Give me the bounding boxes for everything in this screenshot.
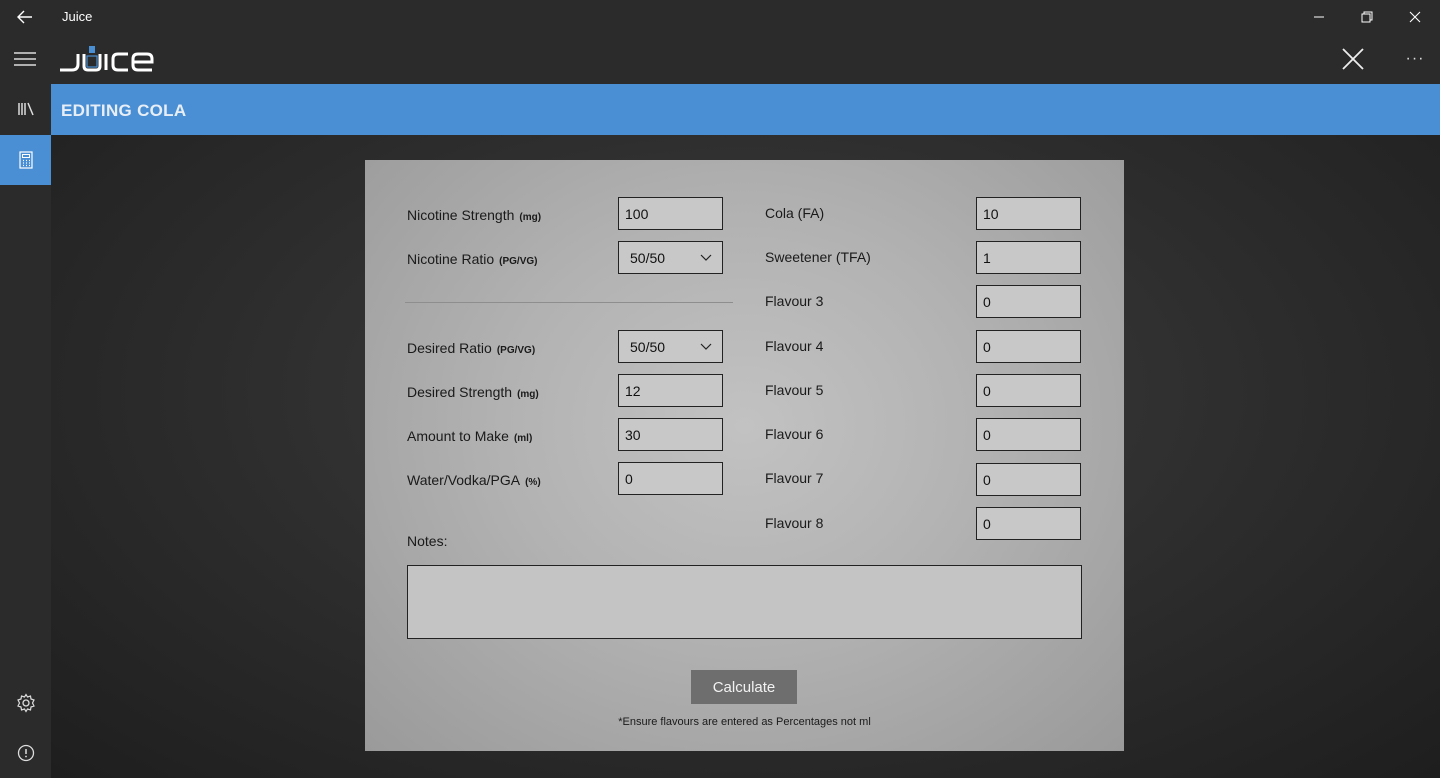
- flavour-1-label: Cola (FA): [765, 205, 825, 221]
- more-icon: ···: [1405, 50, 1425, 67]
- sidebar: [0, 84, 51, 778]
- title-bar: Juice: [0, 0, 1440, 34]
- app-header: ···: [0, 34, 1440, 84]
- desired-ratio-label: Desired Ratio (PG/VG): [407, 340, 536, 356]
- amount-to-make-input[interactable]: 30: [618, 418, 723, 451]
- sidebar-item-about[interactable]: [0, 728, 51, 778]
- hamburger-icon: [14, 52, 36, 66]
- juice-logo: [58, 42, 158, 76]
- nicotine-ratio-label: Nicotine Ratio (PG/VG): [407, 251, 538, 267]
- restore-icon: [1361, 11, 1373, 23]
- desired-ratio-select[interactable]: 50/50: [618, 330, 723, 363]
- chevron-down-icon: [700, 343, 712, 350]
- flavour-8-input[interactable]: 0: [976, 507, 1081, 540]
- library-icon: [17, 102, 34, 116]
- flavour-4-input[interactable]: 0: [976, 330, 1081, 363]
- notes-label: Notes:: [407, 533, 448, 549]
- minimize-icon: [1314, 16, 1324, 18]
- hamburger-menu-button[interactable]: [0, 34, 50, 84]
- chevron-down-icon: [700, 254, 712, 261]
- amount-to-make-label: Amount to Make (ml): [407, 428, 533, 444]
- section-divider: [405, 302, 733, 303]
- back-arrow-icon: [17, 10, 32, 24]
- flavour-6-label: Flavour 6: [765, 426, 824, 442]
- nicotine-strength-input[interactable]: 100: [618, 197, 723, 230]
- flavour-5-label: Flavour 5: [765, 382, 824, 398]
- flavour-3-input[interactable]: 0: [976, 285, 1081, 318]
- flavour-footnote: *Ensure flavours are entered as Percenta…: [618, 716, 871, 728]
- more-options-button[interactable]: ···: [1392, 36, 1438, 82]
- flavour-2-label: Sweetener (TFA): [765, 249, 871, 265]
- flavour-7-input[interactable]: 0: [976, 463, 1081, 496]
- calculate-button[interactable]: Calculate: [691, 670, 797, 704]
- window-close-button[interactable]: [1392, 0, 1438, 34]
- desired-strength-label: Desired Strength (mg): [407, 384, 539, 400]
- water-vodka-pga-label: Water/Vodka/PGA (%): [407, 472, 541, 488]
- water-vodka-pga-input[interactable]: 0: [618, 462, 723, 495]
- desired-strength-input[interactable]: 12: [618, 374, 723, 407]
- sidebar-item-settings[interactable]: [0, 678, 51, 728]
- flavour-8-label: Flavour 8: [765, 515, 824, 531]
- restore-button[interactable]: [1344, 0, 1390, 34]
- nicotine-strength-label: Nicotine Strength (mg): [407, 207, 542, 223]
- page-banner: EDITING COLA: [51, 84, 1440, 135]
- close-icon: [1409, 11, 1421, 23]
- flavour-7-label: Flavour 7: [765, 470, 824, 486]
- sidebar-item-calculator[interactable]: [0, 135, 51, 185]
- flavour-6-input[interactable]: 0: [976, 418, 1081, 451]
- nicotine-ratio-select[interactable]: 50/50: [618, 241, 723, 274]
- gear-icon: [16, 693, 35, 713]
- flavour-4-label: Flavour 4: [765, 338, 824, 354]
- info-icon: [17, 744, 34, 762]
- window-title: Juice: [62, 9, 93, 24]
- flavour-5-input[interactable]: 0: [976, 374, 1081, 407]
- close-icon: [1342, 48, 1364, 70]
- sidebar-item-library[interactable]: [0, 84, 51, 134]
- flavour-1-input[interactable]: 10: [976, 197, 1081, 230]
- back-button[interactable]: [10, 2, 40, 32]
- calculator-icon: [18, 151, 33, 169]
- notes-textarea[interactable]: [407, 565, 1082, 639]
- page-title: EDITING COLA: [61, 101, 187, 120]
- flavour-2-input[interactable]: 1: [976, 241, 1081, 274]
- minimize-button[interactable]: [1296, 0, 1342, 34]
- close-editor-button[interactable]: [1330, 36, 1376, 82]
- flavour-3-label: Flavour 3: [765, 293, 824, 309]
